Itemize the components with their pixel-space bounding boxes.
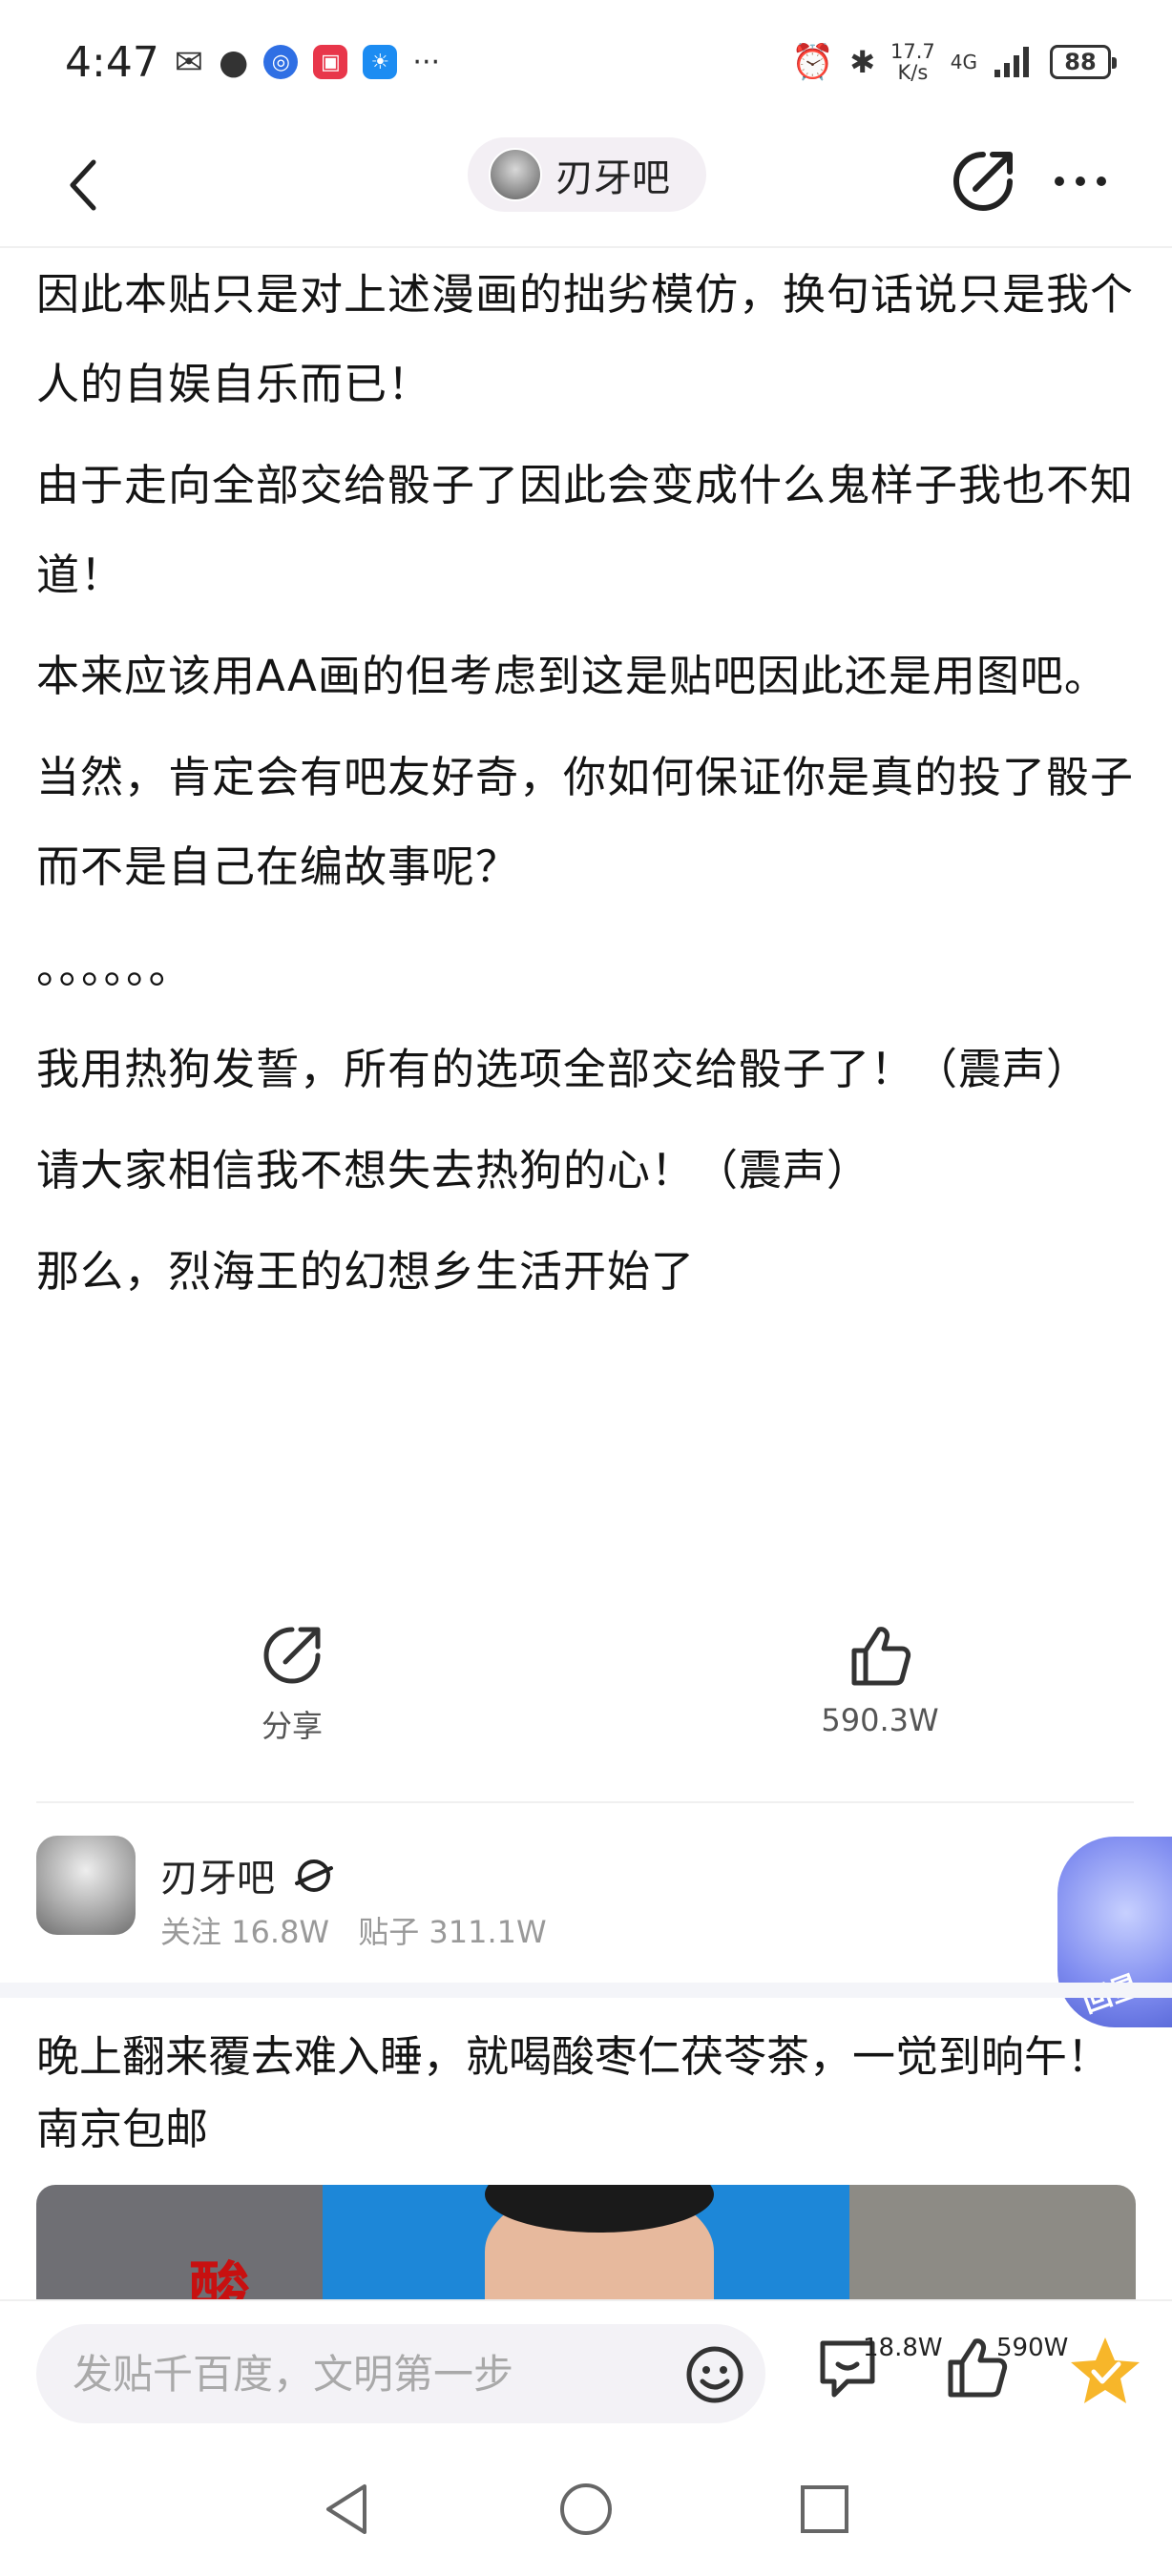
- reply-input-container[interactable]: [36, 2324, 765, 2423]
- chevron-left-icon: [70, 159, 96, 211]
- system-nav-bar: [0, 2442, 1172, 2576]
- thumbs-up-icon: [851, 1627, 911, 1686]
- more-options-button[interactable]: [1042, 143, 1119, 219]
- dot-icon: [1097, 177, 1106, 186]
- back-button[interactable]: [46, 147, 122, 223]
- emoji-icon[interactable]: [685, 2345, 744, 2404]
- post-actions: 分享 590.3W: [0, 1622, 1172, 1765]
- forum-card-avatar: [36, 1836, 136, 1935]
- nav-recents-icon[interactable]: [796, 2481, 853, 2538]
- top-bar: 刃牙吧: [0, 124, 1172, 248]
- ad-post-title[interactable]: 晚上翻来覆去难入睡，就喝酸枣仁茯苓茶，一觉到晌午！南京包邮: [36, 2021, 1143, 2166]
- planet-icon: [294, 1859, 333, 1892]
- wechat-icon: ✉: [174, 42, 203, 82]
- post-paragraph: 本来应该用AA画的但考虑到这是贴吧因此还是用图吧。: [36, 651, 1108, 701]
- post-paragraph: 那么，烈海王的幻想乡生活开始了: [36, 1246, 696, 1297]
- nav-back-icon[interactable]: [319, 2481, 376, 2538]
- alarm-icon: ⏰: [791, 43, 835, 82]
- forum-card[interactable]: 刃牙吧 关注 16.8W 贴子 311.1W: [0, 1813, 1172, 1975]
- share-icon: [263, 1627, 321, 1684]
- book-app-icon: ▣: [313, 45, 348, 79]
- like-action-button[interactable]: 590.3W: [765, 1622, 994, 1738]
- ad-image[interactable]: 酸: [36, 2185, 1136, 2299]
- bottom-like-count: 590W: [996, 2334, 1069, 2362]
- forum-title: 刃牙吧: [555, 156, 670, 200]
- post-paragraph: 请大家相信我不想失去热狗的心！（震声）: [36, 1145, 871, 1195]
- status-bar-right: ⏰ ✱ 17.7 K/s 4G 88: [791, 41, 1117, 83]
- forum-card-name: 刃牙吧: [160, 1847, 335, 1902]
- message-icon: ●: [218, 42, 249, 82]
- ad-image-right: [849, 2185, 1136, 2299]
- post-paragraph: 因此本贴只是对上述漫画的拙劣模仿，换句话说只是我个人的自娱自乐而已！: [36, 269, 1135, 409]
- network-type: 4G: [950, 51, 977, 73]
- reply-input[interactable]: [73, 2350, 607, 2398]
- post-content: 因此本贴只是对上述漫画的拙劣模仿，换句话说只是我个人的自娱自乐而已！ 由于走向全…: [36, 250, 1143, 1328]
- signal-icon: [994, 47, 1029, 77]
- nav-home-icon[interactable]: [557, 2481, 615, 2538]
- section-separator: [0, 1983, 1172, 1998]
- ad-image-text: 酸: [189, 2256, 250, 2299]
- dot-icon: [1076, 177, 1085, 186]
- forum-avatar: [489, 148, 542, 201]
- share-label: 分享: [261, 1708, 323, 1744]
- status-bar-left: 4:47 ✉ ● ◎ ▣ ☀ ···: [65, 38, 440, 87]
- forum-posts: 贴子 311.1W: [358, 1914, 547, 1950]
- share-action-button[interactable]: 分享: [178, 1622, 407, 1746]
- share-button[interactable]: [945, 143, 1021, 219]
- network-speed: 17.7 K/s: [890, 41, 935, 83]
- post-paragraph: 。。。。。。: [36, 943, 193, 993]
- more-notifications-icon: ···: [412, 45, 441, 79]
- weather-app-icon: ☀: [363, 45, 398, 79]
- comment-count: 18.8W: [863, 2334, 943, 2362]
- forum-title-pill[interactable]: 刃牙吧: [468, 137, 706, 212]
- dot-icon: [1055, 177, 1064, 186]
- forum-card-name-text: 刃牙吧: [160, 1857, 275, 1901]
- divider: [36, 1801, 1134, 1803]
- ad-image-left: 酸: [36, 2185, 323, 2299]
- network-speed-unit: K/s: [897, 61, 929, 84]
- forum-card-stats: 关注 16.8W 贴子 311.1W: [160, 1908, 566, 1952]
- status-bar: 4:47 ✉ ● ◎ ▣ ☀ ··· ⏰ ✱ 17.7 K/s 4G 88: [0, 0, 1172, 124]
- browser-icon: ◎: [263, 45, 299, 79]
- bottom-bar: 18.8W 590W: [0, 2299, 1172, 2442]
- post-paragraph: 当然，肯定会有吧友好奇，你如何保证你是真的投了骰子而不是自己在编故事呢？: [36, 752, 1135, 892]
- post-paragraph: 由于走向全部交给骰子了因此会变成什么鬼样子我也不知道！: [36, 460, 1135, 600]
- share-icon: [953, 152, 1013, 211]
- network-speed-value: 17.7: [890, 40, 935, 63]
- battery-icon: 88: [1050, 45, 1117, 79]
- ad-image-center: [323, 2185, 849, 2299]
- forum-followers: 关注 16.8W: [160, 1914, 330, 1950]
- like-count: 590.3W: [821, 1702, 939, 1738]
- bluetooth-icon: ✱: [849, 44, 875, 80]
- status-time: 4:47: [65, 37, 159, 87]
- post-paragraph: 我用热狗发誓，所有的选项全部交给骰子了！（震声）: [36, 1044, 1091, 1094]
- star-icon[interactable]: [1067, 2334, 1143, 2410]
